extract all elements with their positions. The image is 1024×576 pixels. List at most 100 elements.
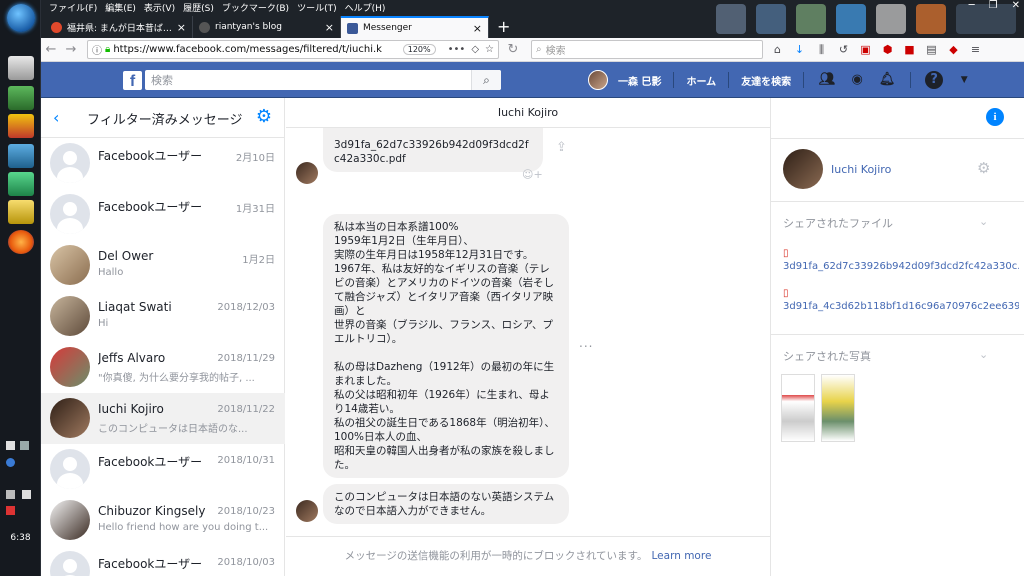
desktop-icon[interactable] — [796, 4, 826, 34]
info-icon[interactable]: i — [986, 108, 1004, 126]
shared-photo[interactable] — [781, 374, 815, 442]
menu-bookmarks[interactable]: ブックマーク(B) — [218, 0, 293, 14]
file-name[interactable]: 3d91fa_62d7c33926b942d09f3dcd2fc42a330c.… — [334, 138, 532, 166]
settings-gear-icon[interactable]: ⚙ — [977, 159, 990, 177]
menu-help[interactable]: ヘルプ(H) — [341, 0, 390, 14]
addon-badge-icon[interactable]: ■ — [903, 43, 916, 56]
conversation-item[interactable]: Facebookユーザー 1月31日 — [41, 189, 285, 240]
home-icon[interactable]: ⌂ — [771, 43, 784, 56]
friend-requests-icon[interactable]: 👥︎ — [818, 71, 836, 89]
back-icon[interactable]: ← — [41, 42, 61, 57]
shared-file[interactable]: ▯ 3d91fa_62d7c33926b942d09f3dcd2fc42a330… — [783, 248, 1019, 272]
notebook-app-icon[interactable] — [8, 144, 34, 168]
search-bar[interactable]: ⌕ 検索 — [531, 40, 763, 59]
help-icon[interactable]: ? — [925, 71, 944, 89]
conversation-item-selected[interactable]: Iuchi Kojiro 2018/11/22 このコンピュータは日本語のな..… — [41, 393, 285, 444]
message-options-icon[interactable]: ... — [579, 336, 593, 350]
download-icon[interactable]: ↓ — [793, 43, 806, 56]
user-avatar[interactable] — [588, 70, 608, 90]
security-tray-icon[interactable] — [6, 506, 15, 515]
bookmark-star-icon[interactable]: ☆ — [485, 44, 494, 55]
tools-icon[interactable] — [20, 441, 29, 450]
menu-icon[interactable]: ≡ — [969, 43, 982, 56]
lock-icon[interactable]: 🔒︎ — [105, 44, 110, 55]
menu-file[interactable]: ファイル(F) — [45, 0, 101, 14]
user-name-link[interactable]: 一森 巳影 — [614, 73, 665, 88]
desktop-icon[interactable] — [756, 4, 786, 34]
react-emoji-icon[interactable]: ☺+ — [522, 168, 543, 181]
adblock-icon[interactable]: ⬢ — [881, 43, 894, 56]
volume-icon[interactable] — [22, 490, 31, 499]
shared-file[interactable]: ▯ 3d91fa_4c3d62b118bf1d16c96a70976c2ee63… — [783, 288, 1019, 312]
scanner-app-icon[interactable] — [8, 56, 34, 80]
ftp-app-icon[interactable] — [8, 114, 34, 138]
conversation-item[interactable]: Liaqat Swati 2018/12/03 Hi — [41, 291, 285, 342]
shared-files-title[interactable]: シェアされたファイル — [783, 215, 893, 231]
library-icon[interactable]: ⫼ — [815, 43, 828, 56]
network-icon[interactable] — [6, 490, 15, 499]
close-tab-icon[interactable]: × — [177, 21, 186, 34]
facebook-logo[interactable]: f — [123, 71, 142, 90]
long-message[interactable]: 私は本当の日本系譜100% 1959年1月2日（生年月日）、 実際の生年月日は1… — [323, 214, 569, 478]
page-actions-icon[interactable]: ••• — [448, 44, 466, 55]
shared-file-name[interactable]: 3d91fa_4c3d62b118bf1d16c96a70976c2ee639.… — [783, 301, 1019, 312]
chevron-down-icon[interactable]: ⌄ — [979, 348, 988, 361]
firefox-app-icon[interactable] — [8, 230, 34, 254]
addon-icon[interactable]: ▣ — [859, 43, 872, 56]
addon-icon[interactable]: ▤ — [925, 43, 938, 56]
menu-history[interactable]: 履歴(S) — [179, 0, 218, 14]
conversation-item[interactable]: Facebookユーザー 2018/10/03 — [41, 546, 285, 576]
close-tab-icon[interactable]: × — [473, 22, 482, 35]
minimize-icon[interactable]: ─ — [969, 0, 975, 11]
reload-icon[interactable]: ↻ — [503, 42, 523, 57]
shared-file-name[interactable]: 3d91fa_62d7c33926b942d09f3dcd2fc42a330c.… — [783, 261, 1019, 272]
forward-icon[interactable]: → — [61, 42, 81, 57]
notifications-bell-icon[interactable]: 🔔︎ — [878, 71, 896, 89]
desktop-icon[interactable] — [716, 4, 746, 34]
menu-tools[interactable]: ツール(T) — [293, 0, 341, 14]
language-icon[interactable] — [6, 458, 15, 467]
tab-messenger[interactable]: Messenger × — [341, 16, 489, 38]
shared-photo[interactable] — [821, 374, 855, 442]
chevron-down-icon[interactable]: ⌄ — [979, 215, 988, 228]
conversation-item[interactable]: Jeffs Alvaro 2018/11/29 "你真傻, 为什么要分享我的帖子… — [41, 342, 285, 393]
url-bar[interactable]: ⓘ 🔒︎ https://www.facebook.com/messages/f… — [87, 40, 499, 59]
history-icon[interactable]: ↺ — [837, 43, 850, 56]
ime-icon[interactable] — [6, 441, 15, 450]
share-icon[interactable]: ⇪ — [556, 140, 567, 155]
facebook-search-input[interactable]: 検索 — [145, 70, 501, 90]
zoom-level[interactable]: 120% — [402, 44, 436, 55]
home-link[interactable]: ホーム — [682, 73, 720, 88]
spreadsheet-app-icon[interactable] — [8, 172, 34, 196]
conversation-item[interactable]: Facebookユーザー 2018/10/31 — [41, 444, 285, 495]
conversation-item[interactable]: Chibuzor Kingsely 2018/10/23 Hello frien… — [41, 495, 285, 546]
start-button[interactable] — [7, 4, 35, 32]
close-tab-icon[interactable]: × — [325, 21, 334, 34]
learn-more-link[interactable]: Learn more — [652, 550, 712, 562]
conversation-item[interactable]: Del Ower 1月2日 Hallo — [41, 240, 285, 291]
maximize-icon[interactable]: ❐ — [989, 0, 998, 11]
new-tab-icon[interactable]: + — [489, 17, 518, 38]
file-message[interactable]: 3d91fa_62d7c33926b942d09f3dcd2fc42a330c.… — [323, 128, 543, 172]
tab-fukui[interactable]: 福井県: まんが日本昔ばなし~ × — [45, 16, 193, 38]
tab-blog[interactable]: riantyan's blog × — [193, 16, 341, 38]
pocket-icon[interactable]: ◇ — [471, 44, 479, 55]
shared-photos-title[interactable]: シェアされた写真 — [783, 348, 871, 364]
back-chevron-icon[interactable]: ‹ — [53, 108, 59, 127]
conversation-item[interactable]: Facebookユーザー 2月10日 — [41, 138, 285, 189]
facebook-search-button[interactable]: ⌕ — [471, 70, 501, 90]
menu-view[interactable]: 表示(V) — [140, 0, 179, 14]
desktop-icon[interactable] — [876, 4, 906, 34]
messenger-icon[interactable]: ◉ — [848, 71, 866, 89]
settings-gear-icon[interactable]: ⚙ — [253, 106, 275, 128]
info-icon[interactable]: ⓘ — [92, 42, 102, 57]
close-window-icon[interactable]: ✕ — [1012, 0, 1020, 11]
contact-name[interactable]: Iuchi Kojiro — [831, 163, 891, 176]
find-friends-link[interactable]: 友達を検索 — [737, 73, 795, 88]
url-text[interactable]: https://www.facebook.com/messages/filter… — [113, 44, 402, 55]
menu-edit[interactable]: 編集(E) — [101, 0, 140, 14]
last-message[interactable]: このコンピュータは日本語のない英語システムなので日本語入力ができません。 — [323, 484, 569, 524]
sender-avatar[interactable] — [296, 500, 318, 522]
mail-app-icon[interactable] — [8, 86, 34, 110]
account-menu-icon[interactable]: ▼ — [955, 71, 973, 89]
